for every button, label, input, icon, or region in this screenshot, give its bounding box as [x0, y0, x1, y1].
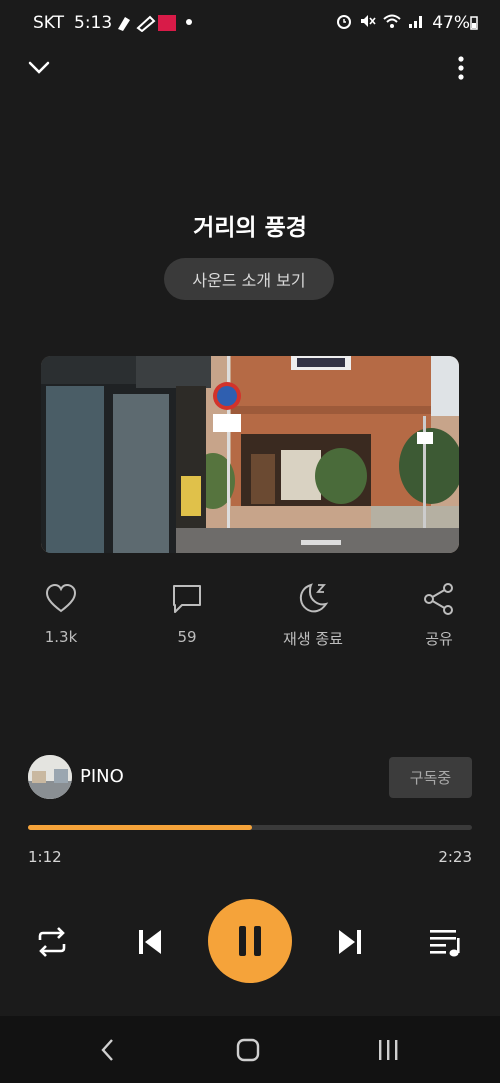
current-time: 1:12 [28, 848, 62, 866]
notification-icon [118, 17, 130, 31]
system-nav-bar [0, 1016, 500, 1083]
mute-icon [361, 15, 376, 27]
notification-icon [136, 15, 156, 32]
next-button[interactable] [326, 918, 374, 966]
playlist-icon [430, 930, 460, 957]
recent-apps-button[interactable] [358, 1016, 418, 1083]
playlist-button[interactable] [422, 918, 470, 966]
sound-intro-button[interactable]: 사운드 소개 보기 [164, 258, 334, 300]
home-icon [236, 1038, 260, 1061]
repeat-icon [38, 927, 66, 957]
previous-button[interactable] [126, 918, 174, 966]
back-button[interactable] [78, 1016, 138, 1083]
like-count: 1.3k [44, 628, 78, 646]
progress-fill [28, 825, 252, 830]
skip-previous-icon [139, 930, 161, 954]
comment-count: 59 [177, 628, 197, 646]
avatar[interactable] [28, 755, 72, 799]
cover-image [41, 356, 459, 553]
carrier-label: SKT [33, 13, 65, 33]
dot-icon [186, 19, 192, 25]
battery-level: 47% [432, 13, 470, 33]
progress-bar[interactable] [28, 825, 472, 830]
comment-action[interactable]: 59 [142, 582, 232, 646]
share-action[interactable]: 공유 [394, 582, 484, 649]
sleep-timer-label: 재생 종료 [283, 630, 343, 648]
sleep-timer-action[interactable]: 재생 종료 [268, 582, 358, 649]
moon-icon [299, 583, 329, 613]
subscribe-button[interactable]: 구독중 [389, 757, 472, 798]
more-vertical-icon[interactable] [450, 55, 472, 81]
clock: 5:13 [74, 13, 113, 33]
status-bar: SKT 5:13 47% [0, 0, 500, 46]
recent-apps-icon [379, 1039, 398, 1060]
status-icons [335, 12, 425, 30]
signal-icon [409, 16, 422, 28]
total-time: 2:23 [438, 848, 472, 866]
skip-next-icon [339, 930, 361, 954]
chevron-down-icon[interactable] [27, 56, 51, 80]
share-label: 공유 [425, 630, 453, 648]
wifi-icon [383, 14, 401, 28]
like-action[interactable]: 1.3k [16, 582, 106, 646]
repeat-button[interactable] [28, 918, 76, 966]
battery-icon [470, 16, 478, 30]
share-icon [424, 583, 453, 615]
alarm-icon [337, 15, 351, 29]
back-icon [101, 1038, 113, 1061]
track-title: 거리의 풍경 [193, 215, 307, 241]
pause-button[interactable] [208, 899, 292, 983]
heart-icon [45, 583, 77, 613]
pause-icon [239, 926, 261, 956]
creator-name[interactable]: PINO [80, 766, 124, 787]
home-button[interactable] [218, 1016, 278, 1083]
app-notification-icon [158, 15, 176, 31]
comment-icon [173, 585, 201, 613]
